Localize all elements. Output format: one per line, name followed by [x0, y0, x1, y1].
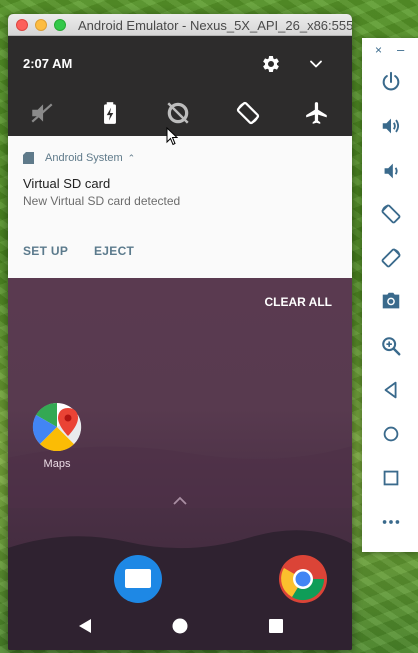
status-time: 2:07 AM: [23, 56, 73, 71]
clear-all-button[interactable]: CLEAR ALL: [264, 295, 332, 309]
title-bar: Android Emulator - Nexus_5X_API_26_x86:5…: [8, 14, 352, 36]
home-icon[interactable]: [171, 617, 189, 635]
notification-card[interactable]: Android System ⌃ Virtual SD card New Vir…: [8, 136, 352, 278]
recents-icon[interactable]: [267, 617, 285, 635]
sd-card-icon: [23, 152, 34, 164]
window-zoom-button[interactable]: [54, 18, 66, 31]
rotate-left-icon[interactable]: [380, 203, 402, 225]
notification-header: Android System ⌃: [23, 152, 135, 164]
expand-caret-icon[interactable]: ⌃: [128, 153, 136, 164]
notification-app-name: Android System: [45, 152, 123, 164]
quick-settings-tiles: [8, 96, 352, 128]
chevron-down-icon[interactable]: [306, 54, 326, 74]
app-drawer-caret-icon[interactable]: [172, 496, 188, 506]
eject-button[interactable]: EJECT: [94, 244, 134, 258]
airplane-mode-icon[interactable]: [304, 100, 330, 126]
window-close-button[interactable]: [16, 18, 28, 31]
navigation-bar: [8, 602, 352, 650]
maps-label: Maps: [43, 458, 71, 470]
quick-settings-panel: 2:07 AM: [8, 36, 352, 136]
settings-icon[interactable]: [261, 54, 281, 74]
window-controls: [16, 18, 66, 31]
volume-down-icon[interactable]: [380, 160, 402, 182]
mouse-cursor-icon: [166, 127, 178, 146]
emulator-side-toolbar: × –: [362, 38, 418, 552]
emulator-window: Android Emulator - Nexus_5X_API_26_x86:5…: [8, 14, 352, 650]
notification-text: New Virtual SD card detected: [23, 194, 181, 208]
toolbar-close-button[interactable]: ×: [375, 43, 382, 57]
rotate-right-icon[interactable]: [380, 247, 402, 269]
home-screen: CLEAR ALL Maps: [8, 278, 352, 650]
more-icon[interactable]: [380, 511, 402, 533]
messages-icon[interactable]: [113, 554, 163, 604]
vibrate-off-icon[interactable]: [29, 100, 55, 126]
power-icon[interactable]: [380, 71, 402, 93]
home-icon[interactable]: [380, 423, 402, 445]
chrome-icon[interactable]: [278, 554, 328, 604]
zoom-icon[interactable]: [380, 335, 402, 357]
data-saver-icon[interactable]: [165, 100, 191, 126]
auto-rotate-icon[interactable]: [235, 100, 261, 126]
set-up-button[interactable]: SET UP: [23, 244, 68, 258]
notification-title: Virtual SD card: [23, 176, 111, 191]
window-title: Android Emulator - Nexus_5X_API_26_x86:5…: [78, 18, 352, 33]
window-minimize-button[interactable]: [35, 18, 47, 31]
toolbar-minimize-button[interactable]: –: [397, 42, 404, 57]
back-icon[interactable]: [76, 617, 94, 635]
overview-icon[interactable]: [380, 467, 402, 489]
maps-icon[interactable]: [32, 402, 82, 452]
volume-up-icon[interactable]: [380, 115, 402, 137]
camera-icon[interactable]: [380, 290, 402, 312]
back-icon[interactable]: [380, 379, 402, 401]
battery-saver-icon[interactable]: [97, 100, 123, 126]
